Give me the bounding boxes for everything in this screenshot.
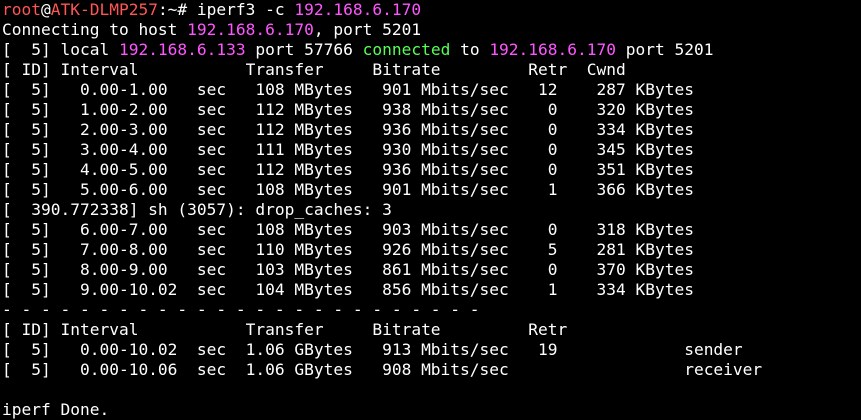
done-line: iperf Done. — [2, 400, 110, 419]
table-row: [ 5] 4.00-5.00 sec 112 MBytes 936 Mbits/… — [2, 160, 694, 179]
table-row: [ 5] 7.00-8.00 sec 110 MBytes 926 Mbits/… — [2, 240, 694, 259]
connected-suffix: port 5201 — [616, 40, 714, 59]
table-row: [ 5] 3.00-4.00 sec 111 MBytes 930 Mbits/… — [2, 140, 694, 159]
command-text: iperf3 -c — [196, 0, 295, 19]
connected-mid: port 57766 — [245, 40, 363, 59]
connected-word: connected — [362, 40, 451, 59]
connecting-suffix: , port 5201 — [313, 20, 422, 39]
prompt-at: @ — [40, 0, 51, 19]
table-row: [ 5] 6.00-7.00 sec 108 MBytes 903 Mbits/… — [2, 220, 694, 239]
prompt-user: root — [2, 0, 41, 19]
separator-line: - - - - - - - - - - - - - - - - - - - - … — [2, 300, 480, 319]
prompt-host: ATK-DLMP257 — [50, 0, 158, 19]
connecting-line: Connecting to host 192.168.6.170, port 5… — [2, 20, 861, 40]
command-target-ip: 192.168.6.170 — [294, 0, 422, 19]
connected-to: to — [450, 40, 490, 59]
connecting-prefix: Connecting to host — [2, 20, 188, 39]
table-row: [ 5] 0.00-1.00 sec 108 MBytes 901 Mbits/… — [2, 80, 694, 99]
terminal-window[interactable]: root@ATK-DLMP257:~# iperf3 -c 192.168.6.… — [0, 0, 861, 419]
table-row: [ 5] 8.00-9.00 sec 103 MBytes 861 Mbits/… — [2, 260, 694, 279]
table-row: [ 5] 2.00-3.00 sec 112 MBytes 936 Mbits/… — [2, 120, 694, 139]
table-header: [ ID] Interval Transfer Bitrate Retr Cwn… — [2, 60, 626, 79]
table-row: [ 5] 5.00-6.00 sec 108 MBytes 901 Mbits/… — [2, 180, 694, 199]
table-row: [ 5] 9.00-10.02 sec 104 MBytes 856 Mbits… — [2, 280, 694, 299]
kernel-message: [ 390.772338] sh (3057): drop_caches: 3 — [2, 200, 392, 219]
connecting-host-ip: 192.168.6.170 — [187, 20, 314, 39]
connected-line: [ 5] local 192.168.6.133 port 57766 conn… — [2, 40, 861, 60]
remote-ip: 192.168.6.170 — [489, 40, 617, 59]
summary-header: [ ID] Interval Transfer Bitrate Retr — [2, 320, 568, 339]
summary-row-sender: [ 5] 0.00-10.02 sec 1.06 GBytes 913 Mbit… — [2, 340, 743, 359]
prompt-suffix: :~# — [157, 0, 197, 19]
command-prompt-line: root@ATK-DLMP257:~# iperf3 -c 192.168.6.… — [2, 0, 861, 20]
connected-prefix: [ 5] local — [2, 40, 119, 59]
table-row: [ 5] 1.00-2.00 sec 112 MBytes 938 Mbits/… — [2, 100, 694, 119]
local-ip: 192.168.6.133 — [118, 40, 246, 59]
summary-row-receiver: [ 5] 0.00-10.06 sec 1.06 GBytes 908 Mbit… — [2, 360, 763, 379]
